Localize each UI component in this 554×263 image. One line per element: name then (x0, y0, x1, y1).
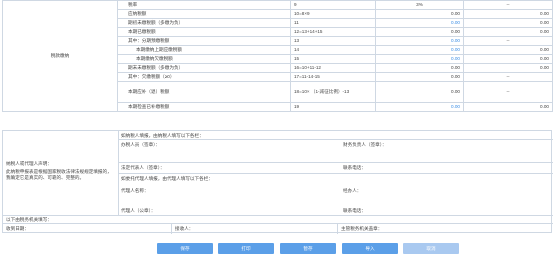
row-value-cumulative: -- (463, 0, 553, 10)
row-label: 其中：分期预缴税额 (117, 36, 291, 46)
row-value-cumulative: 0.00 (463, 54, 553, 64)
row-formula: 14 (290, 45, 376, 55)
auth-seal-label: 主管税务机关盖章： (341, 226, 383, 231)
declaration-title: 纳税人或代理人声明： (6, 161, 52, 166)
receiver-label: 接收人： (175, 226, 194, 231)
row-value-current[interactable]: 0.00 (375, 18, 464, 28)
agent-name-label: 代理人名称： (121, 188, 149, 193)
button-bar: 保存 打印 暂存 导入 取消 (0, 243, 554, 257)
row-value-current[interactable]: 0.00 (375, 54, 464, 64)
row-label: 本期已缴税额 (117, 27, 291, 37)
row-label: 应纳税额 (117, 9, 291, 19)
finance-signature: 财务负责人（签章）： (343, 142, 387, 147)
row-formula: 19 (290, 102, 376, 112)
row-formula: 13 (290, 36, 376, 46)
row-value-cumulative: -- (463, 81, 553, 103)
section-label: 税款缴纳 (2, 0, 118, 112)
row-formula: 12=13+14+15 (290, 27, 376, 37)
row-label: 本期缴纳欠缴税额 (117, 54, 291, 64)
row-value-cumulative: 0.00 (463, 63, 553, 73)
row-value-current[interactable]: 0.00 (375, 102, 464, 112)
row-formula: 11 (290, 18, 376, 28)
row-value-cumulative: 0.00 (463, 102, 553, 112)
row-label: 本期检查已补缴税额 (117, 102, 291, 112)
import-button[interactable]: 导入 (342, 243, 398, 254)
cancel-button[interactable]: 取消 (403, 243, 459, 254)
declaration-text: 此纳税申报表是根据国家税收法律法规规定填报的，我确定它是真实的、可靠的、完整的。 (6, 169, 112, 180)
row-formula: 9 (290, 0, 376, 10)
declaration-section: 纳税人或代理人声明： 此纳税申报表是根据国家税收法律法规规定填报的，我确定它是真… (2, 130, 553, 234)
temp-save-button[interactable]: 暂存 (280, 243, 336, 254)
row-label: 期初未缴税额（多缴为负） (117, 18, 291, 28)
row-value-current: 0.00 (375, 9, 464, 19)
save-button[interactable]: 保存 (157, 243, 213, 254)
phone-label: 联系电话： (343, 165, 366, 170)
row-formula: 16=10+11-12 (290, 63, 376, 73)
row-formula: 15 (290, 54, 376, 64)
row-value-current: 0.00 (375, 63, 464, 73)
table-row: 税款缴纳 税率 9 3% -- (2, 0, 553, 112)
row-label: 本期应补（退）税额 (117, 81, 291, 103)
row-value-current[interactable]: 0.00 (375, 45, 464, 55)
row-value-current: 3% (375, 0, 464, 10)
row-label: 税率 (117, 0, 291, 10)
row-label: 期末未缴税额（多缴为负） (117, 63, 291, 73)
tax-table: 税款缴纳 税率 9 3% -- 应纳税额 10=8×9 0.00 0.00 期初未缴税额（多缴为负… (2, 0, 553, 112)
agent-person-label: 经办人： (343, 188, 362, 193)
agent-seal-label: 代理人（公章）： (121, 208, 156, 213)
taxpayer-fill-note: 如纳税人填报，由纳税人填写以下各栏： (121, 133, 204, 138)
row-value-cumulative: 0.00 (463, 27, 553, 37)
row-value-current[interactable]: 0.00 (375, 36, 464, 46)
row-value-current: 0.00 (375, 27, 464, 37)
agent-fill-note: 如委托代理人填报，由代理人填写以下各栏： (121, 176, 213, 181)
row-label: 本期缴纳上期应缴税额 (117, 45, 291, 55)
row-value-current: 0.00 (375, 72, 464, 82)
row-value-cumulative: 0.00 (463, 9, 553, 19)
row-value-current: 0.00 (375, 81, 464, 103)
tax-office-title: 以下由税务机关填写： (6, 217, 52, 222)
print-button[interactable]: 打印 (218, 243, 274, 254)
row-value-cumulative: -- (463, 36, 553, 46)
row-formula: 17=11-14-15 (290, 72, 376, 82)
handler-signature: 办税人员（签章）： (121, 142, 161, 147)
row-value-cumulative: 0.00 (463, 45, 553, 55)
row-formula: 18=10× （1-减征比例）-13 (290, 81, 376, 103)
row-value-cumulative: 0.00 (463, 18, 553, 28)
row-formula: 10=8×9 (290, 9, 376, 19)
receive-date-label: 收到日期： (6, 226, 29, 231)
legal-rep-signature: 法定代表人（签章）： (121, 165, 165, 170)
agent-phone-label: 联系电话： (343, 208, 366, 213)
row-label: 其中：欠缴税额（≥0） (117, 72, 291, 82)
row-value-cumulative: -- (463, 72, 553, 82)
